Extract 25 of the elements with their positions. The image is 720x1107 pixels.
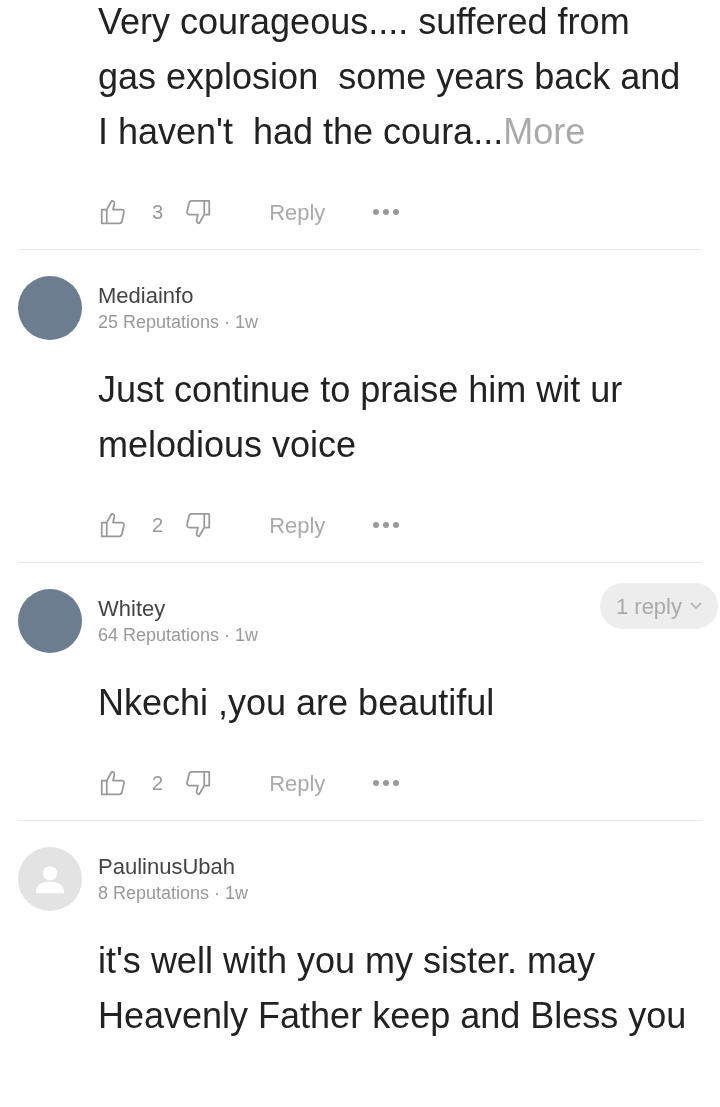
reply-button[interactable]: Reply — [269, 195, 326, 229]
like-count: 2 — [152, 513, 164, 538]
author-name[interactable]: Whitey — [98, 595, 600, 623]
comment-text: Very courageous.... suffered from gas explosion some years back and I haven't had the coura...More — [98, 0, 682, 154]
more-options-icon[interactable] — [373, 209, 400, 215]
chevron-down-icon — [690, 602, 702, 610]
like-count: 3 — [152, 200, 164, 225]
reply-button[interactable]: Reply — [269, 766, 326, 800]
more-options-icon[interactable] — [373, 780, 400, 786]
comment-meta: 64 Reputations · 1w — [98, 624, 260, 647]
more-link[interactable]: More — [503, 111, 586, 152]
author-name[interactable]: Mediainfo — [98, 282, 702, 310]
author-name[interactable]: PaulinusUbah — [98, 853, 702, 881]
like-count: 2 — [152, 771, 164, 796]
reply-button[interactable]: Reply — [269, 508, 326, 542]
thumbs-up-icon[interactable] — [98, 197, 128, 227]
comment-meta: 8 Reputations · 1w — [98, 882, 250, 905]
comment-text: it's well with you my sister. may Heavenly Father keep and Bless you — [98, 939, 688, 1038]
comment-text: Nkechi ,you are beautiful — [98, 681, 496, 725]
thumbs-up-icon[interactable] — [98, 510, 128, 540]
comment-meta: 25 Reputations · 1w — [98, 311, 260, 334]
more-options-icon[interactable] — [373, 522, 400, 528]
thumbs-up-icon[interactable] — [98, 768, 128, 798]
comment-text: Just continue to praise him wit ur melodious voice — [98, 368, 624, 467]
replies-button[interactable]: 1 reply — [599, 583, 718, 629]
